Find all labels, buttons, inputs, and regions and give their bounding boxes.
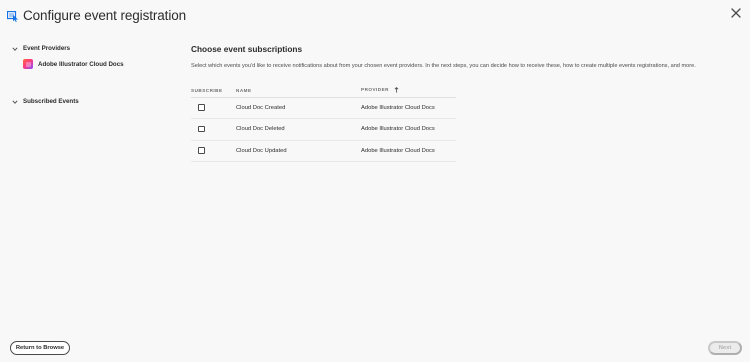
chevron-down-icon <box>12 99 18 104</box>
provider-cell: Adobe Illustrator Cloud Docs <box>361 97 456 119</box>
close-icon[interactable] <box>730 7 742 19</box>
event-name-cell: Cloud Doc Deleted <box>236 118 361 141</box>
subscribe-checkbox[interactable] <box>198 104 205 111</box>
return-to-browse-button[interactable]: Return to Browse <box>10 341 70 355</box>
subscribe-cell <box>191 97 236 119</box>
column-header-provider[interactable]: PROVIDER <box>361 84 456 98</box>
table-row: Cloud Doc Created Adobe Illustrator Clou… <box>191 97 456 119</box>
event-subscriptions-table: SUBSCRIBE NAME PROVIDER Cloud Doc Create… <box>191 84 456 162</box>
sidebar-section-subscribed-events[interactable]: Subscribed Events <box>12 98 79 105</box>
sidebar-section-event-providers[interactable]: Event Providers <box>12 45 70 52</box>
event-registration-icon <box>7 11 18 22</box>
column-header-provider-label: PROVIDER <box>361 87 389 93</box>
subscribe-checkbox[interactable] <box>198 147 205 154</box>
column-header-subscribe: SUBSCRIBE <box>191 84 236 98</box>
subscribe-cell <box>191 140 236 162</box>
sort-ascending-icon[interactable] <box>394 87 399 93</box>
provider-cell: Adobe Illustrator Cloud Docs <box>361 118 456 141</box>
provider-label: Adobe Illustrator Cloud Docs <box>38 60 124 68</box>
provider-item-illustrator-cloud-docs[interactable]: Adobe Illustrator Cloud Docs <box>23 59 124 69</box>
illustrator-cloud-docs-icon <box>23 59 33 69</box>
page-title: Configure event registration <box>23 8 187 23</box>
event-name-cell: Cloud Doc Created <box>236 97 361 119</box>
table-header-row: SUBSCRIBE NAME PROVIDER <box>191 84 456 98</box>
event-name-cell: Cloud Doc Updated <box>236 140 361 162</box>
subscribe-cell <box>191 118 236 141</box>
subscribed-events-label: Subscribed Events <box>23 98 79 105</box>
provider-cell: Adobe Illustrator Cloud Docs <box>361 140 456 162</box>
column-header-name: NAME <box>236 84 361 98</box>
next-button[interactable]: Next <box>708 341 742 355</box>
table-row: Cloud Doc Deleted Adobe Illustrator Clou… <box>191 118 456 141</box>
event-providers-label: Event Providers <box>23 45 71 52</box>
section-description: Select which events you'd like to receiv… <box>191 63 696 69</box>
chevron-down-icon <box>12 46 18 51</box>
dialog-header: Configure event registration <box>0 0 750 34</box>
subscribe-checkbox[interactable] <box>198 125 205 133</box>
main-content: Choose event subscriptions Select which … <box>191 44 711 71</box>
section-heading: Choose event subscriptions <box>191 44 303 54</box>
table-row: Cloud Doc Updated Adobe Illustrator Clou… <box>191 140 456 162</box>
